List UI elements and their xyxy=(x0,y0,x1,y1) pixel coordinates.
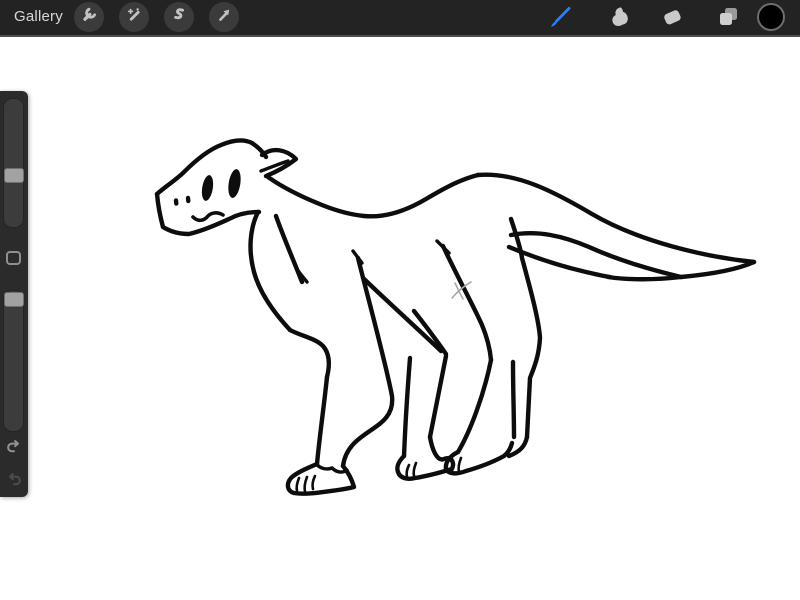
stroke-far-claw-1 xyxy=(407,465,409,477)
drawing-canvas[interactable] xyxy=(0,0,800,600)
stroke-chest-elbow xyxy=(290,330,329,377)
stroke-claw-3 xyxy=(313,476,315,489)
erase-tool-button[interactable] xyxy=(656,1,688,33)
stroke-far-claw-2 xyxy=(414,463,416,476)
stroke-hind-foot xyxy=(446,443,512,473)
stroke-hind-shin-front xyxy=(458,360,491,452)
redo-button[interactable] xyxy=(3,470,25,492)
eye-2 xyxy=(227,168,243,198)
brush-icon xyxy=(544,20,576,37)
stroke-farhind-front xyxy=(513,362,514,437)
stroke-claw-2 xyxy=(305,477,307,492)
eye-1 xyxy=(200,174,215,201)
sidebar xyxy=(0,91,28,497)
magic-wand-icon xyxy=(124,5,144,30)
color-circle[interactable] xyxy=(757,3,785,31)
smudge-tool-button[interactable] xyxy=(601,1,633,33)
layers-icon xyxy=(712,20,744,37)
stroke-mouth xyxy=(193,213,223,220)
transform-button[interactable] xyxy=(209,2,239,32)
stroke-paw-knuckle-1 xyxy=(316,464,332,469)
undo-icon xyxy=(3,446,25,463)
canvas-artwork xyxy=(0,0,800,600)
smudge-icon xyxy=(601,20,633,37)
opacity-slider[interactable] xyxy=(3,290,24,432)
redo-icon xyxy=(3,479,25,496)
gallery-button[interactable]: Gallery xyxy=(14,0,63,35)
stroke-foreleg-back xyxy=(343,258,392,466)
stroke-hind-claw xyxy=(459,458,461,472)
stroke-thigh-tick xyxy=(437,241,449,253)
modify-button[interactable] xyxy=(6,251,21,265)
stroke-foreleg-front xyxy=(317,377,327,464)
layers-button[interactable] xyxy=(712,1,744,33)
top-toolbar: Gallery xyxy=(0,0,800,37)
transform-arrow-icon xyxy=(214,5,234,30)
wrench-icon xyxy=(79,5,99,30)
paint-tool-button[interactable] xyxy=(544,1,576,33)
undo-button[interactable] xyxy=(3,437,25,459)
stroke-neck-chest xyxy=(251,212,290,330)
brush-size-slider[interactable] xyxy=(3,98,24,228)
stroke-thigh-front xyxy=(443,246,491,360)
stroke-claw-1 xyxy=(297,478,299,491)
stroke-farleg-back-edge xyxy=(430,356,446,437)
brush-size-handle[interactable] xyxy=(4,168,24,183)
selection-s-icon xyxy=(169,5,189,30)
eraser-icon xyxy=(656,20,688,37)
opacity-handle[interactable] xyxy=(4,292,24,307)
stroke-farleg-front-edge xyxy=(404,358,410,456)
selection-button[interactable] xyxy=(164,2,194,32)
actions-button[interactable] xyxy=(74,2,104,32)
adjustments-button[interactable] xyxy=(119,2,149,32)
stroke-nape-back xyxy=(268,175,478,216)
